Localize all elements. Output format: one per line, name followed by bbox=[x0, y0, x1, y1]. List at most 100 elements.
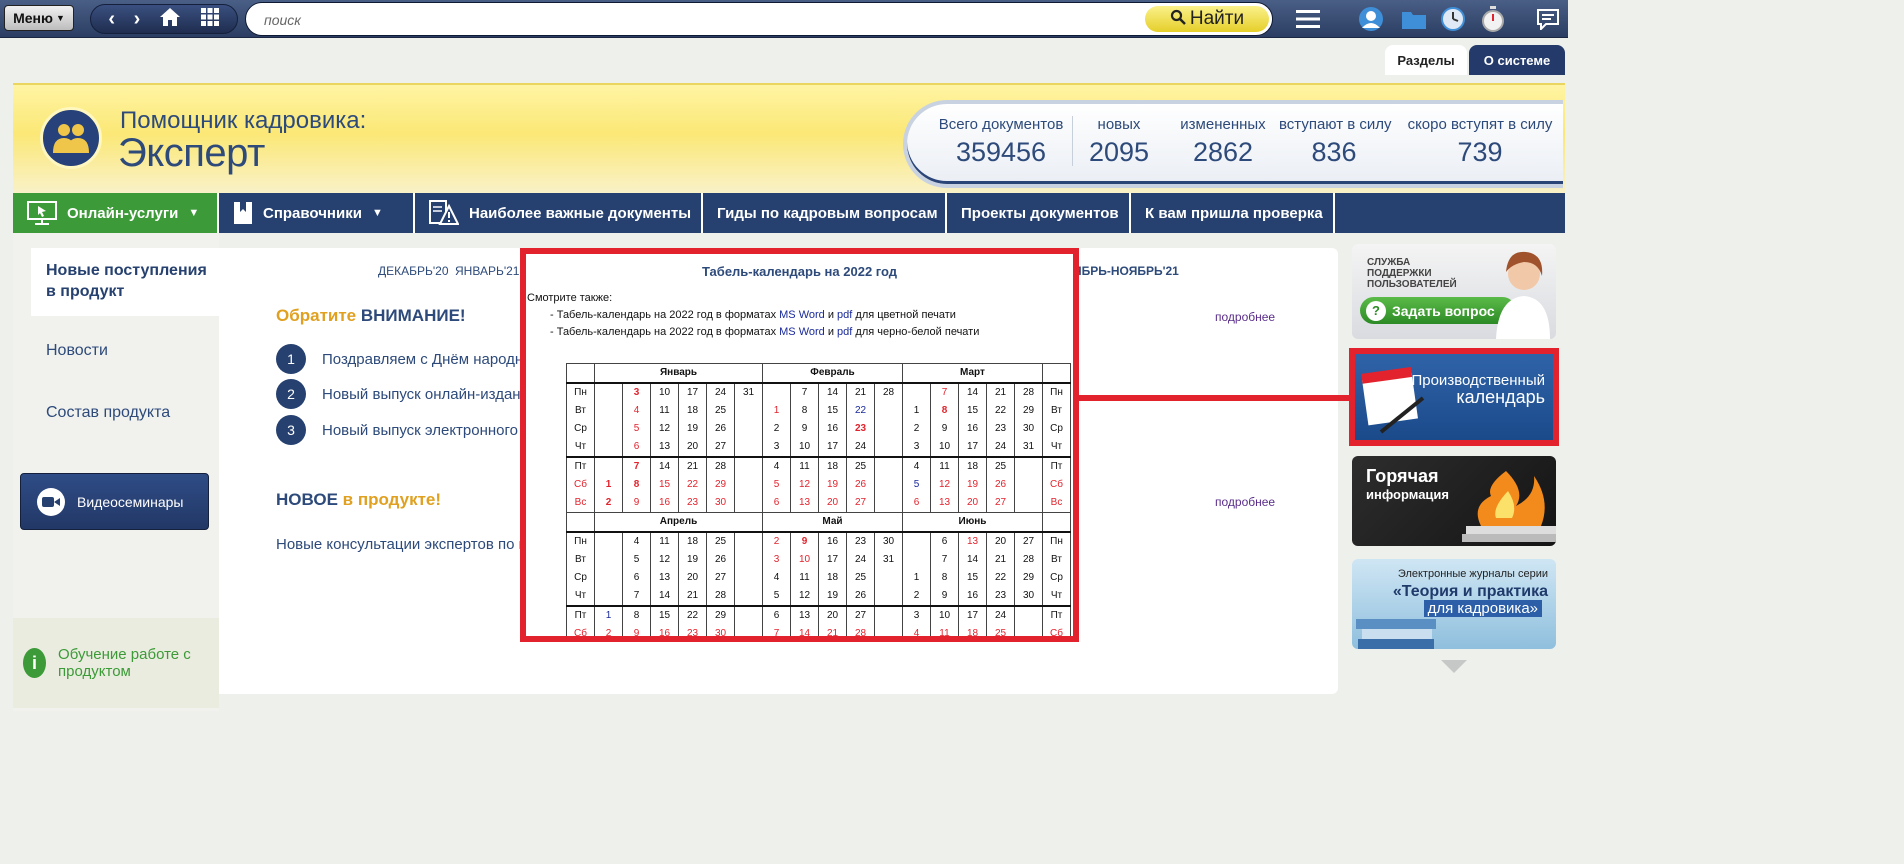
list-item[interactable]: 2 Новый выпуск онлайн-издани bbox=[276, 379, 529, 409]
home-icon[interactable] bbox=[159, 7, 181, 31]
journal-line2: «Теория и практика bbox=[1392, 583, 1548, 600]
ms-word-link[interactable]: MS Word bbox=[779, 326, 825, 338]
clock-icon[interactable] bbox=[1439, 5, 1467, 33]
header-banner: Помощник кадровика: Эксперт Всего докуме… bbox=[13, 83, 1565, 193]
stat-soon[interactable]: скоро вступят в силу 739 bbox=[1407, 116, 1553, 168]
stat-label: измененных bbox=[1180, 116, 1266, 133]
nav-important-docs[interactable]: Наиболее важные документы bbox=[415, 193, 703, 233]
format-line-bw: - Табель-календарь на 2022 год в формата… bbox=[550, 326, 979, 338]
video-seminars-label: Видеосеминары bbox=[77, 493, 184, 510]
nav-handbooks[interactable]: Справочники ▼ bbox=[219, 193, 415, 233]
nav-draft-docs[interactable]: Проекты документов bbox=[947, 193, 1131, 233]
nav-label: Гиды по кадровым вопросам bbox=[717, 204, 938, 222]
attention-word: ВНИМАНИЕ! bbox=[360, 306, 466, 325]
stat-value: 739 bbox=[1457, 137, 1503, 167]
format-line-color: - Табель-календарь на 2022 год в формата… bbox=[550, 309, 956, 321]
month-header: Апрель bbox=[594, 512, 763, 533]
more-link[interactable]: подробнее bbox=[1215, 495, 1275, 509]
month-tab[interactable]: ЯНВАРЬ'21 bbox=[455, 264, 519, 278]
scroll-down-icon[interactable] bbox=[1441, 660, 1467, 673]
journal-banner[interactable]: Электронные журналы серии «Теория и прак… bbox=[1352, 559, 1556, 649]
list-item[interactable]: 3 Новый выпуск электронного ж bbox=[276, 415, 532, 445]
stopwatch-icon[interactable] bbox=[1479, 5, 1507, 33]
stat-total[interactable]: Всего документов 359456 bbox=[937, 116, 1065, 168]
stat-value: 2095 bbox=[1088, 137, 1150, 167]
nav-online-services[interactable]: Онлайн-услуги ▼ bbox=[13, 193, 219, 233]
see-also-label: Смотрите также: bbox=[527, 292, 613, 304]
day-label: Ср bbox=[1042, 420, 1071, 438]
day-label: Пт bbox=[1042, 605, 1071, 625]
news-text: Новый выпуск онлайн-издани bbox=[322, 385, 529, 403]
top-bar: Меню ▼ ‹ › Найти bbox=[0, 0, 1568, 38]
new-consultations-text[interactable]: Новые консультации экспертов по ка bbox=[276, 536, 534, 553]
nav-label: Справочники bbox=[263, 204, 362, 222]
hamburger-icon[interactable] bbox=[1294, 5, 1322, 33]
calendar-table: Январь Февраль Март Пн 3 10 17 24 31 7 14 21 28 7 1… bbox=[566, 363, 1071, 636]
question-icon: ? bbox=[1366, 300, 1386, 321]
tab-about[interactable]: О системе bbox=[1469, 45, 1565, 75]
video-camera-icon bbox=[37, 487, 65, 516]
nav-label: Проекты документов bbox=[961, 204, 1119, 222]
stat-value: 359456 bbox=[955, 137, 1047, 167]
back-icon[interactable]: ‹ bbox=[108, 9, 115, 29]
user-icon[interactable] bbox=[1357, 5, 1385, 33]
day-label: Сб bbox=[566, 476, 595, 494]
month-header: Июнь bbox=[902, 512, 1043, 533]
brand-line2: Эксперт bbox=[118, 131, 265, 175]
monitor-icon bbox=[27, 201, 57, 225]
sidebar-item-composition[interactable]: Состав продукта bbox=[46, 404, 170, 422]
stat-in-force[interactable]: вступают в силу 836 bbox=[1279, 116, 1392, 168]
list-item[interactable]: 1 Поздравляем с Днём народно bbox=[276, 344, 532, 374]
support-banner[interactable]: СЛУЖБА ПОДДЕРЖКИ ПОЛЬЗОВАТЕЛЕЙ ? Задать … bbox=[1352, 244, 1556, 339]
nav-inspection[interactable]: К вам пришла проверка bbox=[1131, 193, 1335, 233]
chat-icon[interactable] bbox=[1534, 5, 1562, 33]
logo-people-icon[interactable] bbox=[40, 107, 102, 169]
day-label: Пт bbox=[566, 605, 595, 625]
menu-button[interactable]: Меню ▼ bbox=[4, 5, 74, 31]
book-icon bbox=[233, 201, 253, 225]
ask-label: Задать вопрос bbox=[1392, 302, 1495, 319]
day-label: Чт bbox=[566, 438, 595, 457]
news-text: Поздравляем с Днём народно bbox=[322, 350, 532, 368]
day-label: Чт bbox=[1042, 438, 1071, 457]
day-label: Ср bbox=[566, 569, 595, 587]
more-link[interactable]: подробнее bbox=[1215, 310, 1275, 324]
hot-info-banner[interactable]: Горячая информация bbox=[1352, 456, 1556, 546]
journal-line3: для кадровика» bbox=[1423, 600, 1542, 617]
main-nav: Онлайн-услуги ▼ Справочники ▼ Наиболее в… bbox=[13, 193, 1565, 233]
calendar-popup: Табель-календарь на 2022 год Смотрите та… bbox=[520, 248, 1079, 642]
pdf-link[interactable]: pdf bbox=[837, 326, 852, 338]
nav-label: Онлайн-услуги bbox=[67, 204, 179, 222]
grid-icon[interactable] bbox=[200, 7, 220, 31]
day-label: Ср bbox=[1042, 569, 1071, 587]
month-header: Февраль bbox=[762, 363, 903, 384]
day-label: Вс bbox=[566, 494, 595, 513]
nav-label: К вам пришла проверка bbox=[1145, 204, 1323, 222]
find-button[interactable]: Найти bbox=[1145, 6, 1269, 32]
ms-word-link[interactable]: MS Word bbox=[779, 309, 825, 321]
month-tab[interactable]: ЯБРЬ-НОЯБРЬ'21 bbox=[1073, 264, 1179, 278]
day-label: Пн bbox=[1042, 383, 1071, 402]
folder-icon[interactable] bbox=[1400, 5, 1428, 33]
sidebar-item-new-arrivals[interactable]: Новые поступления в продукт bbox=[31, 248, 219, 316]
stat-value: 2862 bbox=[1192, 137, 1254, 167]
pdf-link[interactable]: pdf bbox=[837, 309, 852, 321]
search-input[interactable] bbox=[264, 9, 1144, 31]
warning-document-icon bbox=[429, 200, 459, 226]
day-label: Вт bbox=[566, 551, 595, 569]
learn-product-link[interactable]: i Обучение работе с продуктом bbox=[13, 618, 219, 708]
tab-sections[interactable]: Разделы bbox=[1385, 45, 1467, 75]
nav-hr-guides[interactable]: Гиды по кадровым вопросам bbox=[703, 193, 947, 233]
forward-icon[interactable]: › bbox=[134, 9, 141, 29]
stat-new[interactable]: новых 2095 bbox=[1079, 116, 1159, 168]
day-label: Вт bbox=[1042, 551, 1071, 569]
sidebar-item-news[interactable]: Новости bbox=[46, 342, 108, 360]
support-operator-icon bbox=[1496, 251, 1550, 339]
video-seminars-button[interactable]: Видеосеминары bbox=[20, 473, 209, 530]
line-text: для черно-белой печати bbox=[852, 326, 980, 338]
production-calendar-banner[interactable]: Производственный календарь bbox=[1355, 354, 1553, 440]
day-label: Пн bbox=[1042, 532, 1071, 551]
stat-changed[interactable]: измененных 2862 bbox=[1173, 116, 1273, 168]
month-tab[interactable]: ДЕКАБРЬ'20 bbox=[378, 264, 449, 278]
hot-line1: Горячая bbox=[1366, 466, 1439, 486]
